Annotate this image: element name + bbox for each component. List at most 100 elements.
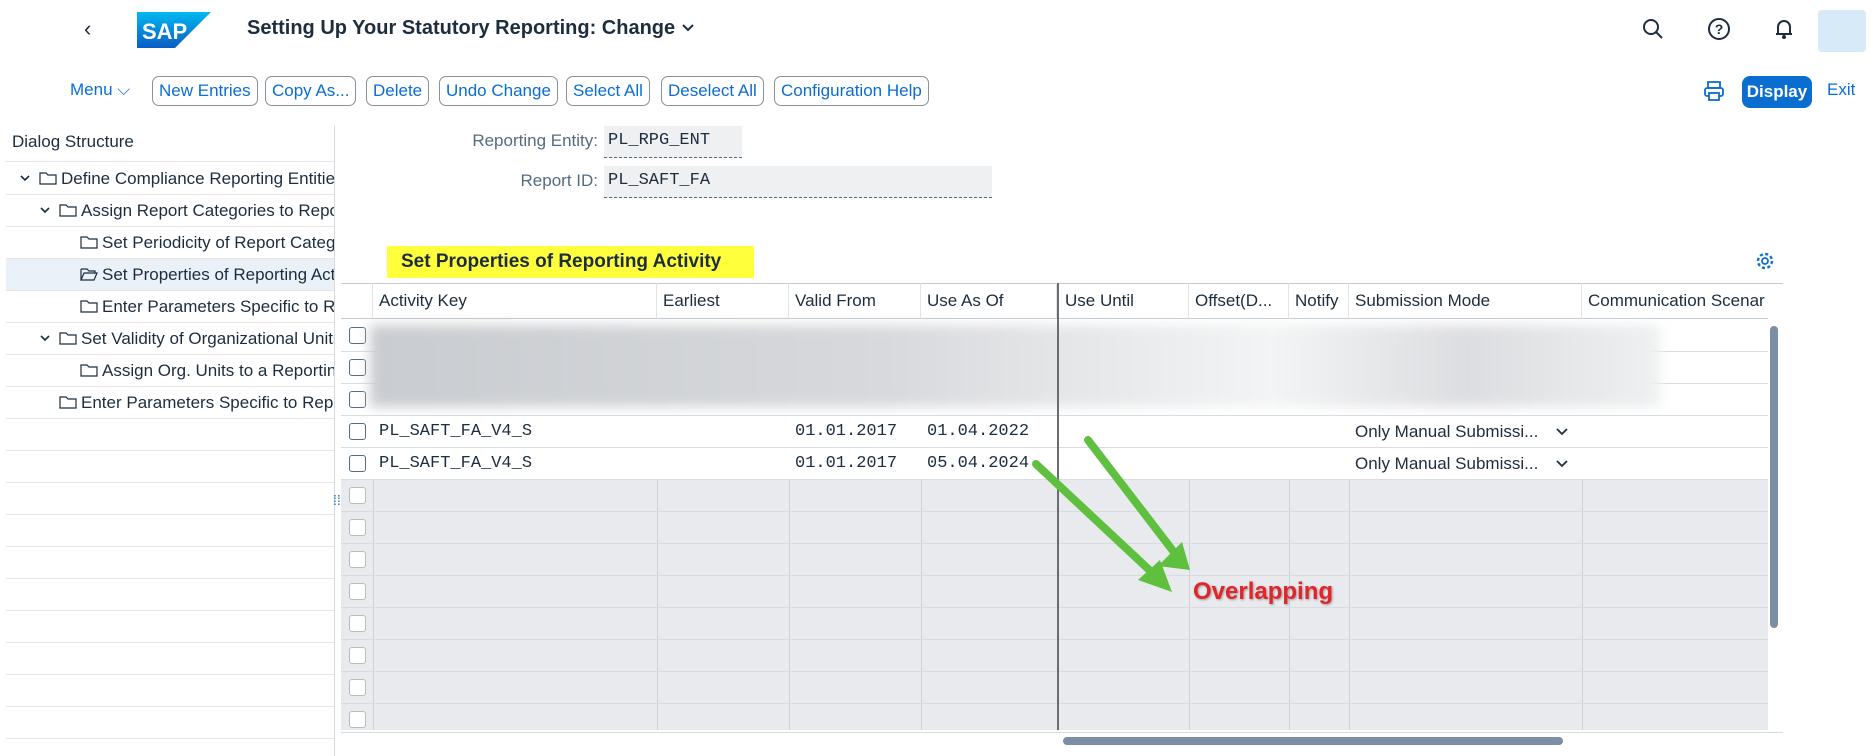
undo-change-button[interactable]: Undo Change bbox=[439, 76, 558, 106]
column-header-valid-from[interactable]: Valid From bbox=[789, 283, 921, 319]
folder-icon bbox=[59, 204, 77, 217]
folder-icon bbox=[80, 236, 98, 249]
tree-empty-row bbox=[6, 643, 334, 675]
empty-table-row bbox=[341, 640, 1768, 672]
valid-from-cell[interactable]: 01.01.2017 bbox=[789, 416, 921, 447]
select-column-header bbox=[341, 283, 373, 319]
chevron-down-icon[interactable] bbox=[680, 20, 696, 36]
display-button[interactable]: Display bbox=[1742, 76, 1812, 108]
submission-mode-select[interactable]: Only Manual Submissi... bbox=[1349, 416, 1549, 447]
exit-button[interactable]: Exit bbox=[1827, 80, 1855, 100]
tree-item-label: Set Periodicity of Report Categories bbox=[102, 233, 334, 252]
chevron-down-icon[interactable] bbox=[20, 173, 30, 183]
open-folder-icon bbox=[80, 268, 98, 281]
column-header-use-as-of[interactable]: Use As Of bbox=[921, 283, 1057, 319]
column-header-offset[interactable]: Offset(D... bbox=[1189, 283, 1289, 319]
back-icon[interactable]: ‹ bbox=[84, 18, 100, 40]
deselect-all-button[interactable]: Deselect All bbox=[661, 76, 764, 106]
row-checkbox[interactable] bbox=[349, 519, 366, 536]
tree-empty-row bbox=[6, 419, 334, 451]
tree-item-assign-org-units[interactable]: Assign Org. Units to a Reporting Entity bbox=[6, 355, 334, 387]
row-checkbox[interactable] bbox=[349, 423, 366, 440]
tree-item-label: Set Properties of Reporting Activity bbox=[102, 265, 334, 284]
row-checkbox[interactable] bbox=[349, 615, 366, 632]
column-header-communication-scenario[interactable]: Communication Scenar bbox=[1582, 283, 1768, 319]
avatar[interactable] bbox=[1818, 10, 1866, 52]
activity-key-cell: PL_SAFT_FA_V4_S bbox=[379, 454, 533, 473]
gear-icon[interactable] bbox=[1754, 250, 1776, 272]
row-checkbox[interactable] bbox=[349, 359, 366, 376]
row-checkbox[interactable] bbox=[349, 327, 366, 344]
row-checkbox[interactable] bbox=[349, 391, 366, 408]
copy-as-button[interactable]: Copy As... bbox=[265, 76, 357, 106]
chevron-down-icon: ⌵ bbox=[117, 80, 131, 99]
tree-item-label: Assign Org. Units to a Reporting Entity bbox=[102, 361, 334, 380]
notification-bell-icon[interactable] bbox=[1771, 16, 1797, 42]
row-checkbox[interactable] bbox=[349, 487, 366, 504]
tree-item-label: Set Validity of Organizational Units bbox=[81, 329, 334, 348]
tree-empty-row bbox=[6, 707, 334, 739]
vertical-scrollbar[interactable] bbox=[1770, 326, 1778, 628]
app-title: Setting Up Your Statutory Reporting: Cha… bbox=[247, 17, 676, 39]
search-icon[interactable] bbox=[1640, 16, 1666, 42]
column-header-submission-mode[interactable]: Submission Mode bbox=[1349, 283, 1582, 319]
overlapping-annotation: Overlapping bbox=[1193, 578, 1334, 605]
annotation-arrows bbox=[1032, 436, 1190, 592]
tree-item-label: Enter Parameters Specific to Report bbox=[102, 297, 334, 316]
chevron-down-icon[interactable] bbox=[40, 333, 50, 343]
select-all-button[interactable]: Select All bbox=[566, 76, 650, 106]
submission-mode-select[interactable]: Only Manual Submissi... bbox=[1349, 448, 1549, 479]
folder-icon bbox=[59, 396, 77, 409]
tree-item-label: Enter Parameters Specific to Reporting E… bbox=[81, 393, 334, 412]
column-header-earliest[interactable]: Earliest bbox=[657, 283, 789, 319]
row-checkbox[interactable] bbox=[349, 679, 366, 696]
tree-empty-row bbox=[6, 579, 334, 611]
empty-table-row bbox=[341, 672, 1768, 704]
tree-item-set-validity[interactable]: Set Validity of Organizational Units bbox=[6, 323, 334, 355]
print-icon[interactable] bbox=[1703, 80, 1725, 102]
tree-empty-row bbox=[6, 547, 334, 579]
tree-empty-row bbox=[6, 451, 334, 483]
tree-item-label: Define Compliance Reporting Entities bbox=[61, 169, 334, 188]
configuration-help-button[interactable]: Configuration Help bbox=[774, 76, 929, 106]
column-header-notify[interactable]: Notify bbox=[1289, 283, 1349, 319]
tree-item-enter-parameters-entity[interactable]: Enter Parameters Specific to Reporting E… bbox=[6, 387, 334, 419]
drag-handle-icon[interactable]: ⁞⁞ bbox=[333, 492, 341, 508]
chevron-down-icon[interactable] bbox=[1556, 459, 1568, 469]
row-checkbox[interactable] bbox=[349, 455, 366, 472]
tree-empty-row bbox=[6, 515, 334, 547]
empty-table-row bbox=[341, 704, 1768, 735]
folder-icon bbox=[39, 172, 57, 185]
tree-item-label: Assign Report Categories to Reporting En… bbox=[81, 201, 334, 220]
svg-text:SAP: SAP bbox=[142, 19, 187, 44]
tree-item-define-entities[interactable]: Define Compliance Reporting Entities bbox=[6, 163, 334, 195]
report-id-field[interactable]: PL_SAFT_FA bbox=[604, 166, 992, 198]
row-checkbox[interactable] bbox=[349, 711, 366, 728]
section-title: Set Properties of Reporting Activity bbox=[387, 246, 754, 278]
tree-item-enter-parameters-report[interactable]: Enter Parameters Specific to Report bbox=[6, 291, 334, 323]
sap-logo: SAP bbox=[137, 12, 211, 48]
row-checkbox[interactable] bbox=[349, 647, 366, 664]
tree-item-set-properties[interactable]: Set Properties of Reporting Activity bbox=[6, 259, 334, 291]
reporting-entity-label: Reporting Entity: bbox=[472, 131, 598, 150]
row-checkbox[interactable] bbox=[349, 583, 366, 600]
tree-item-assign-report-categories[interactable]: Assign Report Categories to Reporting En… bbox=[6, 195, 334, 227]
redacted-rows bbox=[370, 325, 1660, 407]
horizontal-scrollbar[interactable] bbox=[1063, 737, 1563, 745]
help-icon[interactable]: ? bbox=[1706, 16, 1732, 42]
new-entries-button[interactable]: New Entries bbox=[152, 76, 258, 106]
column-header-activity-key[interactable]: Activity Key bbox=[373, 283, 657, 319]
chevron-down-icon[interactable] bbox=[1556, 427, 1568, 437]
activity-key-cell: PL_SAFT_FA_V4_S bbox=[379, 422, 533, 441]
reporting-entity-field[interactable]: PL_RPG_ENT bbox=[604, 126, 742, 158]
delete-button[interactable]: Delete bbox=[366, 76, 430, 106]
chevron-down-icon[interactable] bbox=[40, 205, 50, 215]
column-header-use-until[interactable]: Use Until bbox=[1059, 283, 1189, 319]
folder-icon bbox=[80, 300, 98, 313]
row-checkbox[interactable] bbox=[349, 551, 366, 568]
menu-button[interactable]: Menu ⌵ bbox=[70, 80, 130, 100]
svg-text:?: ? bbox=[1715, 21, 1724, 37]
valid-from-cell[interactable]: 01.01.2017 bbox=[789, 448, 921, 479]
folder-icon bbox=[59, 332, 77, 345]
tree-item-set-periodicity[interactable]: Set Periodicity of Report Categories bbox=[6, 227, 334, 259]
